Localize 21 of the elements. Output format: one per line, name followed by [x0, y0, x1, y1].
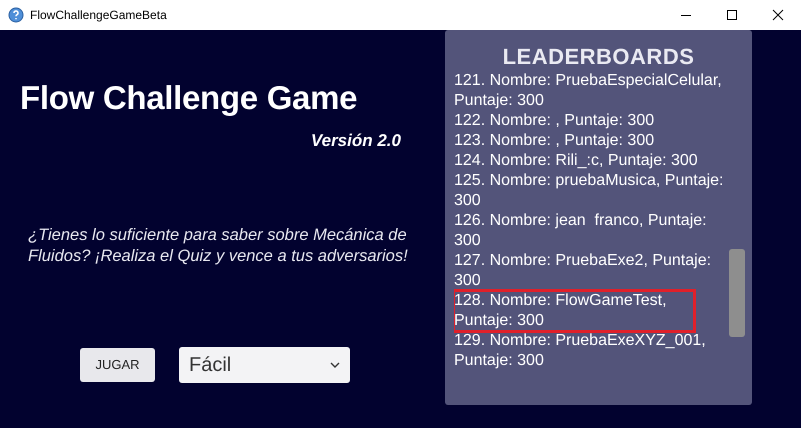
leaderboard-entry[interactable]: 124. Nombre: Rili_:c, Puntaje: 300: [454, 151, 726, 171]
leaderboard-entry[interactable]: 129. Nombre: PruebaExeXYZ_001, Puntaje: 300: [454, 331, 726, 371]
leaderboard-entry[interactable]: 127. Nombre: PruebaExe2, Puntaje: 300: [454, 251, 726, 291]
window-title: FlowChallengeGameBeta: [30, 7, 167, 24]
leaderboard-entry[interactable]: 123. Nombre: , Puntaje: 300: [454, 131, 726, 151]
chevron-down-icon: [330, 362, 340, 368]
game-title: Flow Challenge Game: [20, 78, 358, 118]
play-button[interactable]: JUGAR: [80, 348, 155, 382]
maximize-icon: [726, 9, 738, 21]
close-icon: [772, 9, 784, 21]
app-icon: [8, 7, 24, 23]
leaderboard-title: LEADERBOARDS: [502, 43, 696, 71]
leaderboard-entry[interactable]: 122. Nombre: , Puntaje: 300: [454, 111, 726, 131]
scrollbar-thumb[interactable]: [729, 249, 745, 337]
leaderboard-entry[interactable]: 128. Nombre: FlowGameTest, Puntaje: 300: [454, 291, 694, 331]
leaderboard-entry[interactable]: 125. Nombre: pruebaMusica, Puntaje: 300: [454, 171, 726, 211]
leaderboard-entry[interactable]: 121. Nombre: PruebaEspecialCelular, Puntaje: 300: [454, 71, 726, 111]
tagline-text: ¿Tienes lo suficiente para saber sobre Mecánica de Fluidos? ¡Realiza el Quiz y vence a tus adversarios!: [28, 225, 409, 268]
version-label: Versión 2.0: [310, 130, 401, 152]
leaderboard-entry[interactable]: 126. Nombre: jean franco, Puntaje: 300: [454, 211, 726, 251]
difficulty-dropdown[interactable]: Fácil: [179, 347, 350, 384]
